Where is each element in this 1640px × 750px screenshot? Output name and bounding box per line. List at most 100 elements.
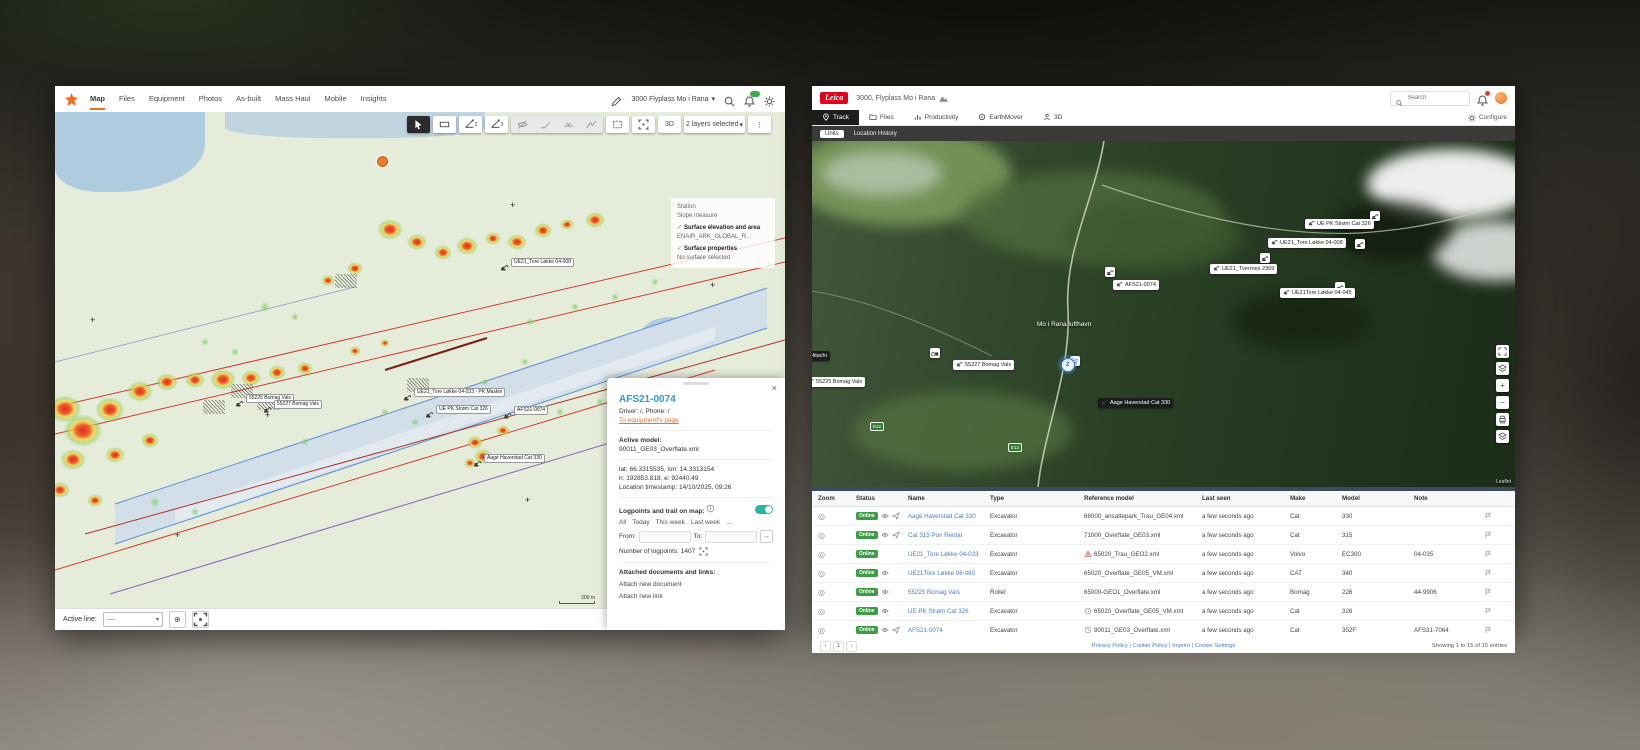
flatten-tool-button[interactable]: [557, 116, 580, 133]
table-row[interactable]: ◎ Online Cat 315 Pon Rental Excavator 71…: [812, 526, 1515, 545]
machine-icon-marker[interactable]: [1355, 239, 1365, 249]
layers-dropdown[interactable]: 2 layers selected▾: [684, 116, 745, 133]
from-input[interactable]: [639, 531, 691, 543]
table-row[interactable]: ◎ Online Aage Haverstad Cat 330 Excavato…: [812, 507, 1515, 526]
equipment-name-link[interactable]: AFS21-0074: [908, 627, 990, 634]
cursor-tool-button[interactable]: [407, 116, 430, 133]
remote-view-icon[interactable]: [1484, 512, 1492, 520]
location-history-tab[interactable]: Location History: [854, 131, 897, 137]
slope-tool-button[interactable]: [534, 116, 557, 133]
machine-map-label[interactable]: 55225 Bomag Vals: [812, 377, 865, 387]
eye-icon[interactable]: [881, 531, 889, 539]
angle-measure-2-button[interactable]: 2: [459, 116, 482, 133]
measure-tool-button[interactable]: [433, 116, 456, 133]
attach-link-link[interactable]: Attach new link: [619, 593, 773, 600]
table-row[interactable]: ◎ Online UE PK Strøm Cat 326 Excavator 6…: [812, 602, 1515, 621]
fit-view-button[interactable]: [632, 116, 655, 133]
menu-item[interactable]: Mobile: [325, 88, 347, 110]
machine-map-label[interactable]: 55227 Bomag Vals: [953, 360, 1014, 370]
equipment-marker[interactable]: UE21_Tore Løkke 04-033 - PK Maskin: [403, 388, 505, 397]
eye-icon[interactable]: [881, 512, 889, 520]
table-row[interactable]: ◎ Online UE21Tore Løkke 06-060 Excavator…: [812, 564, 1515, 583]
equipment-marker[interactable]: Aage Haverstad Cat 330: [473, 454, 545, 463]
toggle-3d-button[interactable]: 3D: [658, 116, 681, 133]
machine-map-label[interactable]: UE PK Strøm Cat 326: [1305, 219, 1374, 229]
filter-option[interactable]: All: [619, 519, 626, 526]
logpoints-toggle[interactable]: [755, 505, 773, 514]
eye-icon[interactable]: [881, 626, 889, 634]
equipment-page-link[interactable]: To equipment's page: [619, 417, 773, 424]
equipment-marker[interactable]: UE PK Strøm Cat 326: [425, 405, 491, 414]
module-tab[interactable]: Files: [859, 110, 904, 125]
module-tab[interactable]: Track: [812, 110, 859, 125]
column-header[interactable]: Name: [908, 495, 990, 502]
column-header[interactable]: Make: [1290, 495, 1342, 502]
machine-icon-marker[interactable]: [1105, 267, 1115, 277]
equipment-name-link[interactable]: UE21Tore Løkke 06-060: [908, 570, 990, 577]
project-selector[interactable]: 3000 Flyplass Mo i Rana▾: [631, 95, 715, 103]
equipment-name-link[interactable]: UE PK Strøm Cat 326: [908, 608, 990, 615]
module-tab[interactable]: Productivity: [904, 110, 969, 125]
search-box[interactable]: [1390, 91, 1470, 106]
angle-measure-3-button[interactable]: 3: [485, 116, 508, 133]
attach-document-link[interactable]: Attach new document: [619, 581, 773, 588]
remote-view-icon[interactable]: [1484, 588, 1492, 596]
to-input[interactable]: [705, 531, 757, 543]
menu-item[interactable]: As-built: [236, 88, 261, 110]
fit-extent-button[interactable]: [192, 611, 209, 628]
equipment-marker[interactable]: 55227 Bomag Vals: [263, 400, 322, 409]
surface-model-name[interactable]: ENAIR_ARK_GLOBAL_R...: [677, 233, 769, 242]
machine-map-label[interactable]: Hitachi: [812, 351, 830, 361]
module-tab[interactable]: 3D: [1033, 110, 1072, 125]
machine-icon-marker[interactable]: [930, 348, 940, 358]
follow-icon[interactable]: [892, 531, 900, 539]
zoom-out-button[interactable]: −: [1496, 396, 1509, 409]
machine-map-label[interactable]: UE21_Tverrnes 2369: [1210, 264, 1277, 274]
apply-range-button[interactable]: →: [760, 530, 773, 543]
map-attribution[interactable]: Leaflet: [1496, 479, 1511, 485]
satellite-map[interactable]: Mo i Rana lufthavn E12 E12 UE PK Strøm C…: [812, 141, 1515, 487]
poi-pin[interactable]: [377, 156, 388, 167]
print-button[interactable]: [1496, 413, 1509, 426]
machine-map-label[interactable]: Aage Haverstad Cat 330: [1098, 398, 1173, 408]
crosshair-icon[interactable]: [699, 547, 708, 556]
info-icon[interactable]: [706, 504, 715, 513]
zoom-to-icon[interactable]: ◎: [818, 569, 856, 578]
zoom-to-icon[interactable]: ◎: [818, 512, 856, 521]
eye-icon[interactable]: [881, 588, 889, 596]
table-row[interactable]: ◎ Online 55225 Bomag Vals Roller 65000-G…: [812, 583, 1515, 602]
notifications-bell-icon[interactable]: [744, 94, 755, 105]
zoom-in-button[interactable]: +: [1496, 379, 1509, 392]
drag-handle[interactable]: [683, 382, 709, 385]
marker-cluster[interactable]: 2: [1058, 355, 1077, 374]
column-header[interactable]: Reference model: [1084, 495, 1202, 502]
locate-button[interactable]: ⊕: [169, 611, 186, 628]
surface-elevation-label[interactable]: Surface elevation and area: [684, 225, 760, 231]
follow-icon[interactable]: [892, 512, 900, 520]
remote-view-icon[interactable]: [1484, 569, 1492, 577]
remote-view-icon[interactable]: [1484, 550, 1492, 558]
table-row[interactable]: ◎ Online UE21_Tore Løkke 04-033 Excavato…: [812, 545, 1515, 564]
module-tab[interactable]: EarthMover: [968, 110, 1033, 125]
basemap-button[interactable]: [1496, 430, 1509, 443]
column-header[interactable]: Type: [990, 495, 1084, 502]
column-header[interactable]: Note: [1414, 495, 1484, 502]
table-row[interactable]: ◎ Online AFS21-0074 Excavator 90011_GE03…: [812, 621, 1515, 639]
configure-button[interactable]: Configure: [1460, 110, 1515, 125]
eye-icon[interactable]: [881, 607, 889, 615]
remote-view-icon[interactable]: [1484, 607, 1492, 615]
filter-option[interactable]: ...: [726, 519, 731, 526]
zoom-to-icon[interactable]: ◎: [818, 531, 856, 540]
filter-option[interactable]: Today: [632, 519, 649, 526]
search-input[interactable]: [1405, 94, 1464, 102]
menu-item[interactable]: Equipment: [149, 88, 185, 110]
equipment-name-link[interactable]: Aage Haverstad Cat 330: [908, 513, 990, 520]
zoom-to-icon[interactable]: ◎: [818, 588, 856, 597]
menu-item[interactable]: Files: [119, 88, 135, 110]
gear-icon[interactable]: [764, 94, 775, 105]
machine-map-label[interactable]: UE21Tore Løkke 04-045: [1280, 288, 1355, 298]
more-menu-button[interactable]: ⋮: [748, 116, 771, 133]
remote-view-icon[interactable]: [1484, 531, 1492, 539]
column-header[interactable]: Zoom: [818, 495, 856, 502]
column-header[interactable]: Model: [1342, 495, 1414, 502]
